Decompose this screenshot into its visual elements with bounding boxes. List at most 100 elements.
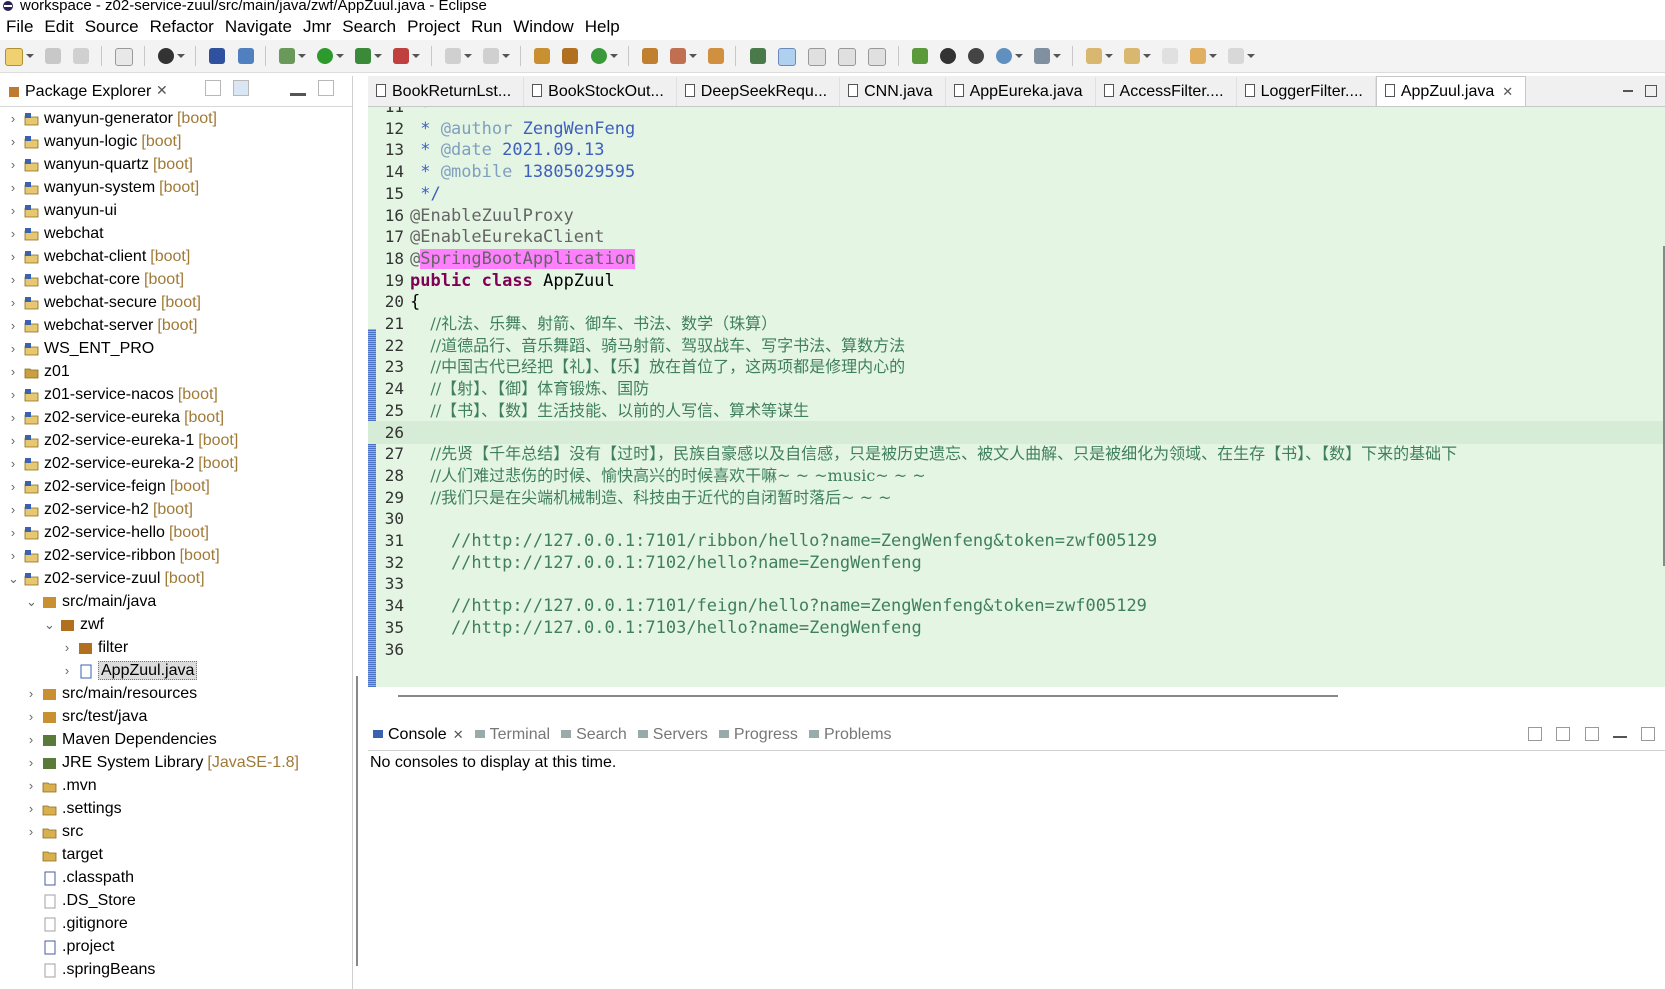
code-editor[interactable]: 11 *12 * @author ZengWenFeng13 * @date 2… — [368, 107, 1665, 687]
open-console-icon[interactable] — [1584, 727, 1599, 741]
collapsed-chevron-icon[interactable]: › — [62, 636, 72, 659]
tree-item[interactable]: › webchat-server [boot] — [0, 314, 352, 337]
collapsed-chevron-icon[interactable]: › — [8, 291, 18, 314]
collapsed-chevron-icon[interactable]: › — [8, 107, 18, 130]
tree-item[interactable]: › webchat — [0, 222, 352, 245]
collapsed-chevron-icon[interactable]: › — [8, 337, 18, 360]
new-dropdown-icon[interactable] — [26, 54, 34, 58]
close-console-tab-icon[interactable]: ✕ — [453, 727, 464, 742]
tree-item[interactable]: › WS_ENT_PRO — [0, 337, 352, 360]
collapsed-chevron-icon[interactable]: › — [8, 360, 18, 383]
collapsed-chevron-icon[interactable]: › — [26, 751, 36, 774]
collapsed-chevron-icon[interactable]: › — [8, 544, 18, 567]
open-type-icon[interactable] — [641, 48, 658, 64]
menu-window[interactable]: Window — [507, 14, 578, 40]
view-menu-icon[interactable] — [262, 80, 278, 96]
collapsed-chevron-icon[interactable]: › — [8, 452, 18, 475]
tree-item[interactable]: ⌄ z02-service-zuul [boot] — [0, 567, 352, 590]
console-tab-console[interactable]: Console ✕ — [368, 720, 470, 750]
back-dropdown-icon[interactable] — [1209, 54, 1218, 58]
stop-icon[interactable] — [444, 48, 461, 64]
coverage-dropdown-icon[interactable] — [374, 54, 383, 58]
help-contents-icon[interactable] — [968, 48, 985, 64]
prev-annotation-icon[interactable] — [1123, 48, 1140, 64]
tree-item[interactable]: › z02-service-feign [boot] — [0, 475, 352, 498]
tree-item[interactable]: .gitignore — [0, 912, 352, 935]
editor-tab[interactable]: BookReturnLst... — [368, 77, 525, 106]
tree-scrollbar[interactable] — [356, 676, 358, 966]
deploy-icon[interactable] — [482, 48, 499, 64]
tree-item[interactable]: › z02-service-ribbon [boot] — [0, 544, 352, 567]
menu-source[interactable]: Source — [79, 14, 144, 40]
collapsed-chevron-icon[interactable]: › — [26, 705, 36, 728]
tree-item[interactable]: › webchat-secure [boot] — [0, 291, 352, 314]
tree-item[interactable]: › webchat-client [boot] — [0, 245, 352, 268]
editor-tab[interactable]: AccessFilter.... — [1096, 77, 1237, 106]
run-icon[interactable] — [317, 48, 334, 64]
collapsed-chevron-icon[interactable]: › — [8, 176, 18, 199]
debug-icon[interactable] — [278, 48, 295, 64]
next-annotation-icon[interactable] — [1085, 48, 1102, 64]
editor-tab[interactable]: AppEureka.java — [946, 77, 1096, 106]
new-icon[interactable] — [5, 48, 23, 66]
minimize-icon[interactable] — [289, 93, 306, 96]
collapsed-chevron-icon[interactable]: › — [8, 383, 18, 406]
bug-icon[interactable] — [911, 48, 928, 64]
open-task-dropdown-icon[interactable] — [689, 54, 698, 58]
forward-dropdown-icon[interactable] — [1247, 54, 1256, 58]
editor-horizontal-scrollbar[interactable] — [398, 695, 1338, 697]
tree-item[interactable]: .springBeans — [0, 958, 352, 981]
help-icon[interactable] — [939, 48, 956, 64]
tree-item[interactable]: › wanyun-system [boot] — [0, 176, 352, 199]
forward-icon[interactable] — [1228, 48, 1245, 64]
prev-annotation-dropdown-icon[interactable] — [1142, 54, 1151, 58]
toggle-block-icon[interactable] — [807, 48, 826, 66]
collapsed-chevron-icon[interactable]: › — [8, 153, 18, 176]
tree-item[interactable]: › AppZuul.java — [0, 659, 352, 682]
close-tab-icon[interactable]: ✕ — [1502, 84, 1513, 99]
minimize-console-icon[interactable] — [1612, 736, 1627, 739]
save-icon[interactable] — [45, 48, 62, 64]
skip-breakpoints-icon[interactable] — [237, 48, 254, 64]
collapsed-chevron-icon[interactable]: › — [62, 659, 72, 682]
tree-item[interactable]: › z02-service-eureka-1 [boot] — [0, 429, 352, 452]
show-whitespace-icon[interactable] — [838, 48, 857, 66]
tree-item[interactable]: › src/test/java — [0, 705, 352, 728]
collapsed-chevron-icon[interactable]: › — [26, 682, 36, 705]
open-task-icon[interactable] — [670, 48, 687, 64]
new-class-dropdown-icon[interactable] — [609, 54, 618, 58]
menu-refactor[interactable]: Refactor — [144, 14, 219, 40]
collapsed-chevron-icon[interactable]: › — [8, 475, 18, 498]
console-tab-progress[interactable]: Progress — [714, 720, 804, 750]
collapsed-chevron-icon[interactable]: › — [26, 820, 36, 843]
collapsed-chevron-icon[interactable]: › — [8, 130, 18, 153]
tree-item[interactable]: › wanyun-quartz [boot] — [0, 153, 352, 176]
menu-run[interactable]: Run — [465, 14, 507, 40]
tree-item[interactable]: › src/main/resources — [0, 682, 352, 705]
tree-item[interactable]: › filter — [0, 636, 352, 659]
tree-item[interactable]: › JRE System Library [JavaSE-1.8] — [0, 751, 352, 774]
collapsed-chevron-icon[interactable]: › — [8, 199, 18, 222]
external-tools-icon[interactable] — [393, 48, 410, 64]
tree-item[interactable]: › wanyun-logic [boot] — [0, 130, 352, 153]
tree-item[interactable]: .DS_Store — [0, 889, 352, 912]
expanded-chevron-icon[interactable]: ⌄ — [44, 613, 55, 636]
tree-item[interactable]: › .settings — [0, 797, 352, 820]
navigate-icon[interactable] — [1034, 48, 1051, 64]
run-dropdown-icon[interactable] — [336, 54, 345, 58]
menu-navigate[interactable]: Navigate — [219, 14, 297, 40]
tree-item[interactable]: ⌄ src/main/java — [0, 590, 352, 613]
highlight-icon[interactable] — [777, 48, 796, 66]
last-edit-icon[interactable] — [1162, 48, 1179, 64]
tree-item[interactable]: › src — [0, 820, 352, 843]
new-package-icon[interactable] — [562, 48, 579, 64]
save-all-icon[interactable] — [73, 48, 90, 64]
coverage-icon[interactable] — [355, 48, 372, 64]
collapsed-chevron-icon[interactable]: › — [8, 406, 18, 429]
search-toolbar-icon[interactable] — [708, 48, 725, 64]
editor-tab[interactable]: BookStockOut... — [524, 77, 677, 106]
close-icon[interactable]: ✕ — [156, 82, 168, 99]
link-with-editor-icon[interactable] — [233, 80, 250, 96]
menu-search[interactable]: Search — [336, 14, 401, 40]
binary-icon[interactable] — [114, 48, 133, 66]
